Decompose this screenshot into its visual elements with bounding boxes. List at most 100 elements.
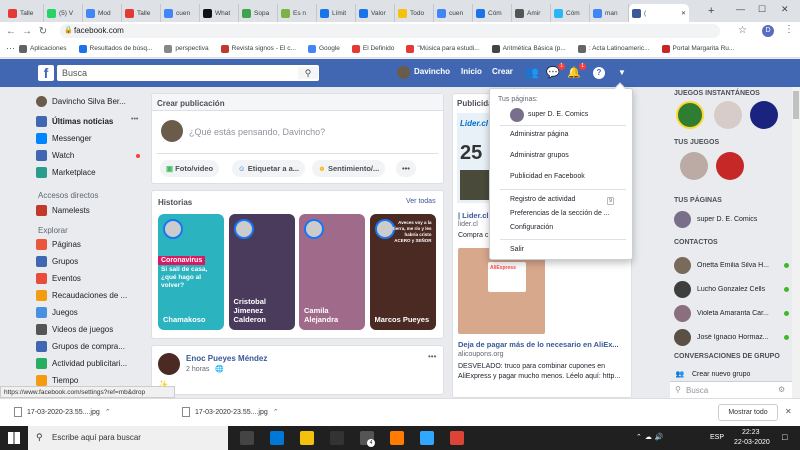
browser-tab[interactable]: Cóm [473,4,512,22]
ad1-link[interactable]: lider.cl [458,221,478,228]
left-nav-item[interactable]: Páginas [36,239,146,250]
browser-tab[interactable]: (5) V [44,4,83,22]
browser-tab[interactable]: cuen [434,4,473,22]
browser-tab[interactable]: Es n [278,4,317,22]
taskbar-search-input[interactable]: Escribe aquí para buscar [52,433,141,442]
clock-date[interactable]: 22-03-2020 [734,439,770,446]
left-nav-item[interactable]: Grupos [36,256,146,267]
photoshop-icon[interactable] [420,431,434,445]
close-download-shelf-icon[interactable]: ✕ [785,407,792,416]
create-link[interactable]: Crear [492,67,513,76]
browser-tab[interactable]: Todo [395,4,434,22]
scrollbar-thumb[interactable] [793,91,799,119]
angry-birds-thumb[interactable] [716,152,744,180]
ad2-title[interactable]: Deja de pagar más de lo necesario en Ali… [458,340,619,349]
contact-item[interactable]: Lucho Gonzalez Cells [674,281,789,298]
left-nav-item[interactable]: Tiempo [36,375,146,386]
download-item[interactable]: 17-03-2020-23.55....jpg ⌃ [14,407,111,417]
browser-tab[interactable]: Sopa [239,4,278,22]
dropdown-item[interactable]: Preferencias de la sección de ... [510,210,610,217]
bookmark-item[interactable]: Revista signos - El c... [220,44,296,53]
bookmark-item[interactable]: : Acta Latinoameric... [577,44,650,53]
bookmark-item[interactable]: El Definido [351,44,394,53]
dropdown-item[interactable]: Configuración [510,224,553,231]
tray-icons[interactable]: ⌃☁🔊 [636,433,667,441]
see-all-stories-link[interactable]: Ver todas [406,198,436,205]
chat-search-input[interactable]: Busca [686,386,708,395]
profile-link[interactable]: Davincho [414,67,450,76]
left-nav-item[interactable]: Últimas noticias [36,116,146,127]
post-author-name[interactable]: Enoc Pueyes Méndez [186,354,267,363]
game-thumb-2[interactable] [714,101,742,129]
address-bar[interactable]: 🔒 facebook.com [60,24,720,38]
browser-tab[interactable]: Talle [5,4,44,22]
bookmark-item[interactable]: perspectiva [164,44,209,53]
windows-start-icon[interactable] [8,432,20,444]
left-nav-item[interactable]: Marketplace [36,167,146,178]
browser-tab[interactable]: cuen [161,4,200,22]
bookmark-item[interactable]: "Música para estudi... [406,44,480,53]
composer-input[interactable]: ¿Qué estás pensando, Davincho? [189,127,325,137]
reload-button[interactable]: ↻ [35,26,51,37]
left-nav-item[interactable]: Grupos de compra... [36,341,146,352]
ad1-title[interactable]: | Lider.cl [458,211,488,220]
bookmark-item[interactable]: Aplicaciones [19,44,67,53]
contact-item[interactable]: Violeta Amaranta Car... [674,305,789,322]
bookmark-item[interactable]: Resultados de búsq... [78,44,152,53]
facebook-search-input[interactable]: Busca [57,65,319,81]
new-group-item[interactable]: 👥 Crear nuevo grupo [674,370,789,379]
clock-time[interactable]: 22:23 [742,429,760,436]
dropdown-item[interactable]: Publicidad en Facebook [510,173,585,180]
post-time[interactable]: 2 horas [186,366,209,373]
download-chevron-icon[interactable]: ⌃ [105,408,111,416]
contact-item[interactable]: Orietta Emilia Silva H... [674,257,789,274]
browser-tab[interactable]: (✕ [629,4,689,22]
download-item[interactable]: 17-03-2020-23.55....jpg ⌃ [182,407,279,417]
notification-center-icon[interactable]: □ [782,432,787,442]
download-chevron-icon[interactable]: ⌃ [273,408,279,416]
chat-settings-icon[interactable]: ⚙ [778,385,785,394]
left-nav-item[interactable]: Messenger [36,133,146,144]
friend-requests-icon[interactable]: 👥 [525,66,539,80]
dropdown-page-name[interactable]: super D. E. Comics [528,111,588,118]
browser-tab[interactable]: Amir [512,4,551,22]
story-card[interactable]: Cristobal Jimenez Calderon [228,214,295,330]
account-menu-arrow-icon[interactable]: ▼ [615,66,629,80]
left-nav-item[interactable]: Videos de juegos [36,324,146,335]
search-icon[interactable]: ⚲ [298,67,318,79]
forward-button[interactable]: → [19,26,35,37]
post-author-avatar[interactable] [158,353,180,375]
browser-tab[interactable]: man [590,4,629,22]
store-icon[interactable] [330,431,344,445]
show-all-downloads-button[interactable]: Mostrar todo [718,404,778,421]
story-card[interactable]: Aveces voy a la tierra, me río y les hab… [369,214,436,330]
minimize-button[interactable]: — [736,4,745,14]
browser-tab[interactable]: Mod [83,4,122,22]
news-feed-more-icon[interactable]: ••• [131,116,138,123]
profile-avatar[interactable]: D [762,25,774,37]
dropdown-item[interactable]: Administrar página [510,131,568,138]
bookmark-item[interactable]: Aritmética Básica (p... [491,44,566,53]
left-nav-item[interactable]: Juegos [36,307,146,318]
logout-item[interactable]: Salir [510,246,524,253]
right-page-item[interactable]: super D. E. Comics [674,211,789,228]
close-window-button[interactable]: ✕ [781,4,789,15]
left-nav-item[interactable]: Eventos [36,273,146,284]
taskbar-search-box[interactable]: ⚲ Escribe aquí para buscar [28,426,228,450]
maximize-button[interactable]: ☐ [758,4,766,15]
ad2-link[interactable]: alicoupons.org [458,351,504,358]
post-more-icon[interactable]: ••• [428,352,436,361]
composer-more-button[interactable]: ••• [396,160,416,177]
bookmark-star-icon[interactable]: ☆ [738,25,747,36]
dropdown-item[interactable]: Registro de actividad [510,196,575,203]
left-nav-item[interactable]: Watch [36,150,146,161]
contact-item[interactable]: José Ignacio Hormaz... [674,329,789,346]
photo-video-button[interactable]: ▣ Foto/video [160,160,220,177]
browser-tab[interactable]: Valor [356,4,395,22]
language-indicator[interactable]: ESP [710,434,724,441]
left-nav-item[interactable]: Actividad publicitari... [36,358,146,369]
game-thumb-3[interactable] [750,101,778,129]
chrome-icon[interactable] [450,431,464,445]
bookmark-item[interactable]: Google [307,44,340,53]
browser-tab[interactable]: Límit [317,4,356,22]
